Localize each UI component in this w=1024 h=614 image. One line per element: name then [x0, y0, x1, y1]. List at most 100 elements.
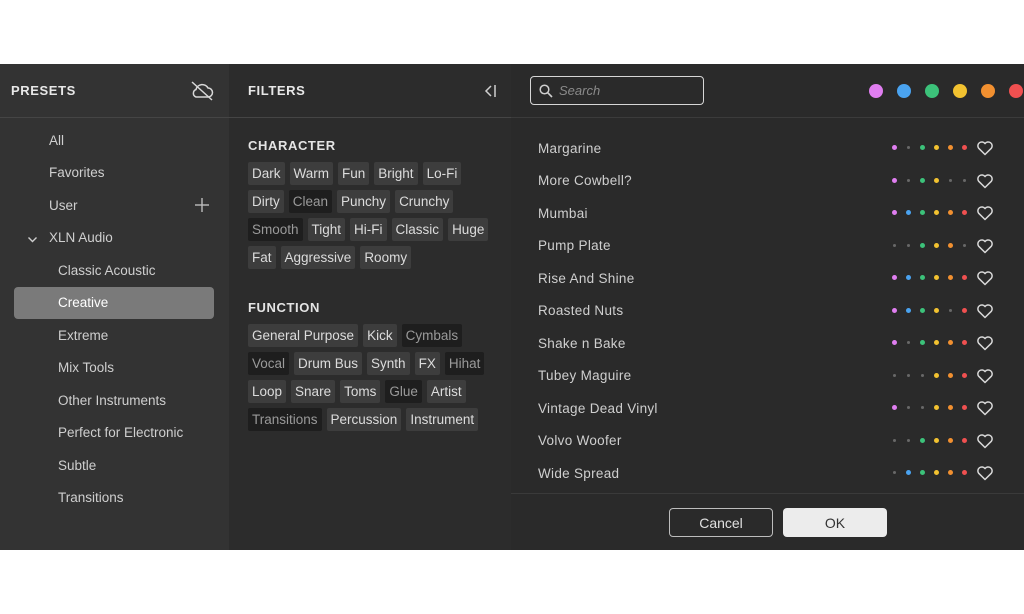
- filter-tag[interactable]: Toms: [340, 380, 381, 403]
- preset-item[interactable]: Transitions: [0, 482, 229, 515]
- preset-item[interactable]: Other Instruments: [0, 384, 229, 417]
- result-name: Tubey Maguire: [538, 368, 632, 384]
- filter-tag[interactable]: Hi-Fi: [350, 218, 387, 241]
- filter-tag[interactable]: Warm: [289, 162, 334, 185]
- filter-tag[interactable]: Dark: [248, 162, 285, 185]
- result-row[interactable]: Pump Plate: [511, 230, 1024, 263]
- filter-tag[interactable]: Instrument: [406, 408, 479, 431]
- preset-browser-window: PRESETS All Favorites User XLN Audio Classic…: [0, 64, 1024, 550]
- color-tag-dot: [934, 437, 939, 443]
- color-filter-dot[interactable]: [981, 84, 995, 98]
- heart-icon[interactable]: [976, 334, 994, 352]
- result-row[interactable]: Roasted Nuts: [511, 295, 1024, 328]
- color-tag-dot: [948, 340, 953, 345]
- filter-tag[interactable]: Clean: [288, 190, 333, 213]
- preset-category-list: All Favorites User XLN Audio Classic Acousti…: [0, 118, 229, 514]
- color-tag-dot: [920, 307, 925, 313]
- ok-button[interactable]: OK: [783, 508, 887, 537]
- filter-tag[interactable]: Classic: [391, 218, 444, 241]
- heart-icon[interactable]: [976, 464, 994, 482]
- filter-tag[interactable]: Dirty: [248, 190, 284, 213]
- color-tag-indicators: [892, 145, 976, 150]
- heart-icon[interactable]: [976, 172, 994, 190]
- color-tag-indicators: [892, 307, 976, 313]
- presets-title: PRESETS: [11, 83, 76, 98]
- plus-icon[interactable]: [194, 197, 210, 213]
- result-name: Shake n Bake: [538, 335, 626, 351]
- heart-icon[interactable]: [976, 237, 994, 255]
- filter-tag[interactable]: Synth: [367, 352, 410, 375]
- filter-tag[interactable]: Smooth: [248, 218, 303, 241]
- color-filter-dot[interactable]: [1009, 84, 1023, 98]
- filter-tag[interactable]: Hihat: [444, 352, 485, 375]
- filter-tag[interactable]: Snare: [291, 380, 336, 403]
- color-tag-dot: [920, 145, 925, 150]
- preset-item[interactable]: XLN Audio: [0, 222, 229, 255]
- result-row[interactable]: Wide Spread: [511, 457, 1024, 490]
- filter-tag[interactable]: Aggressive: [280, 246, 356, 269]
- filter-tag[interactable]: Huge: [448, 218, 489, 241]
- filter-tag[interactable]: Loop: [248, 380, 287, 403]
- preset-item[interactable]: Extreme: [0, 319, 229, 352]
- result-row[interactable]: Mumbai: [511, 197, 1024, 230]
- preset-item[interactable]: Classic Acoustic: [0, 254, 229, 287]
- chevron-down-icon[interactable]: [27, 233, 38, 244]
- filter-tag[interactable]: Drum Bus: [294, 352, 363, 375]
- filter-tag[interactable]: Vocal: [248, 352, 290, 375]
- result-row[interactable]: Vintage Dead Vinyl: [511, 392, 1024, 425]
- heart-icon[interactable]: [976, 399, 994, 417]
- filter-tag[interactable]: Fun: [338, 162, 370, 185]
- filters-title: FILTERS: [248, 83, 306, 98]
- preset-item[interactable]: All: [0, 124, 229, 157]
- preset-item[interactable]: User: [0, 189, 229, 222]
- filter-tag[interactable]: Lo-Fi: [422, 162, 462, 185]
- result-name: More Cowbell?: [538, 173, 632, 189]
- preset-item[interactable]: Favorites: [0, 157, 229, 190]
- filter-tag[interactable]: Kick: [363, 324, 397, 347]
- search-box: [530, 76, 704, 105]
- cancel-button[interactable]: Cancel: [669, 508, 773, 537]
- filter-tag[interactable]: General Purpose: [248, 324, 359, 347]
- preset-item[interactable]: Mix Tools: [0, 352, 229, 385]
- filter-tag[interactable]: Glue: [385, 380, 422, 403]
- color-filter-dot[interactable]: [897, 84, 911, 98]
- filter-tag[interactable]: Tight: [307, 218, 346, 241]
- color-tag-dot: [892, 210, 897, 215]
- filter-tag[interactable]: Transitions: [248, 408, 322, 431]
- preset-item[interactable]: Perfect for Electronic: [0, 417, 229, 450]
- color-filter-dot[interactable]: [953, 84, 967, 98]
- filter-tag[interactable]: Punchy: [337, 190, 391, 213]
- color-filter-dot[interactable]: [869, 84, 883, 98]
- filter-tag[interactable]: FX: [414, 352, 440, 375]
- search-input[interactable]: [559, 77, 697, 104]
- preset-item[interactable]: Subtle: [0, 449, 229, 482]
- filter-tag[interactable]: Roomy: [360, 246, 412, 269]
- filter-tag[interactable]: Fat: [248, 246, 276, 269]
- filter-tag[interactable]: Crunchy: [395, 190, 454, 213]
- heart-icon[interactable]: [976, 269, 994, 287]
- result-row[interactable]: More Cowbell?: [511, 165, 1024, 198]
- cloud-off-icon[interactable]: [189, 80, 215, 102]
- color-tag-dot: [893, 243, 896, 247]
- result-row[interactable]: Margarine: [511, 132, 1024, 165]
- color-tag-dot: [934, 340, 939, 345]
- filter-tag[interactable]: Cymbals: [401, 324, 463, 347]
- color-tag-dot: [892, 177, 897, 183]
- filter-tag[interactable]: Percussion: [326, 408, 402, 431]
- color-filter-dot[interactable]: [925, 84, 939, 98]
- collapse-panel-icon[interactable]: [483, 84, 497, 98]
- heart-icon[interactable]: [976, 139, 994, 157]
- filter-tag[interactable]: Bright: [374, 162, 418, 185]
- result-row[interactable]: Volvo Woofer: [511, 425, 1024, 458]
- result-row[interactable]: Rise And Shine: [511, 262, 1024, 295]
- result-row[interactable]: Shake n Bake: [511, 327, 1024, 360]
- heart-icon[interactable]: [976, 367, 994, 385]
- color-tag-indicators: [892, 275, 976, 280]
- color-tag-dot: [962, 275, 967, 280]
- heart-icon[interactable]: [976, 302, 994, 320]
- heart-icon[interactable]: [976, 204, 994, 222]
- heart-icon[interactable]: [976, 432, 994, 450]
- result-row[interactable]: Tubey Maguire: [511, 360, 1024, 393]
- preset-item[interactable]: Creative: [14, 286, 214, 319]
- filter-tag[interactable]: Artist: [426, 380, 466, 403]
